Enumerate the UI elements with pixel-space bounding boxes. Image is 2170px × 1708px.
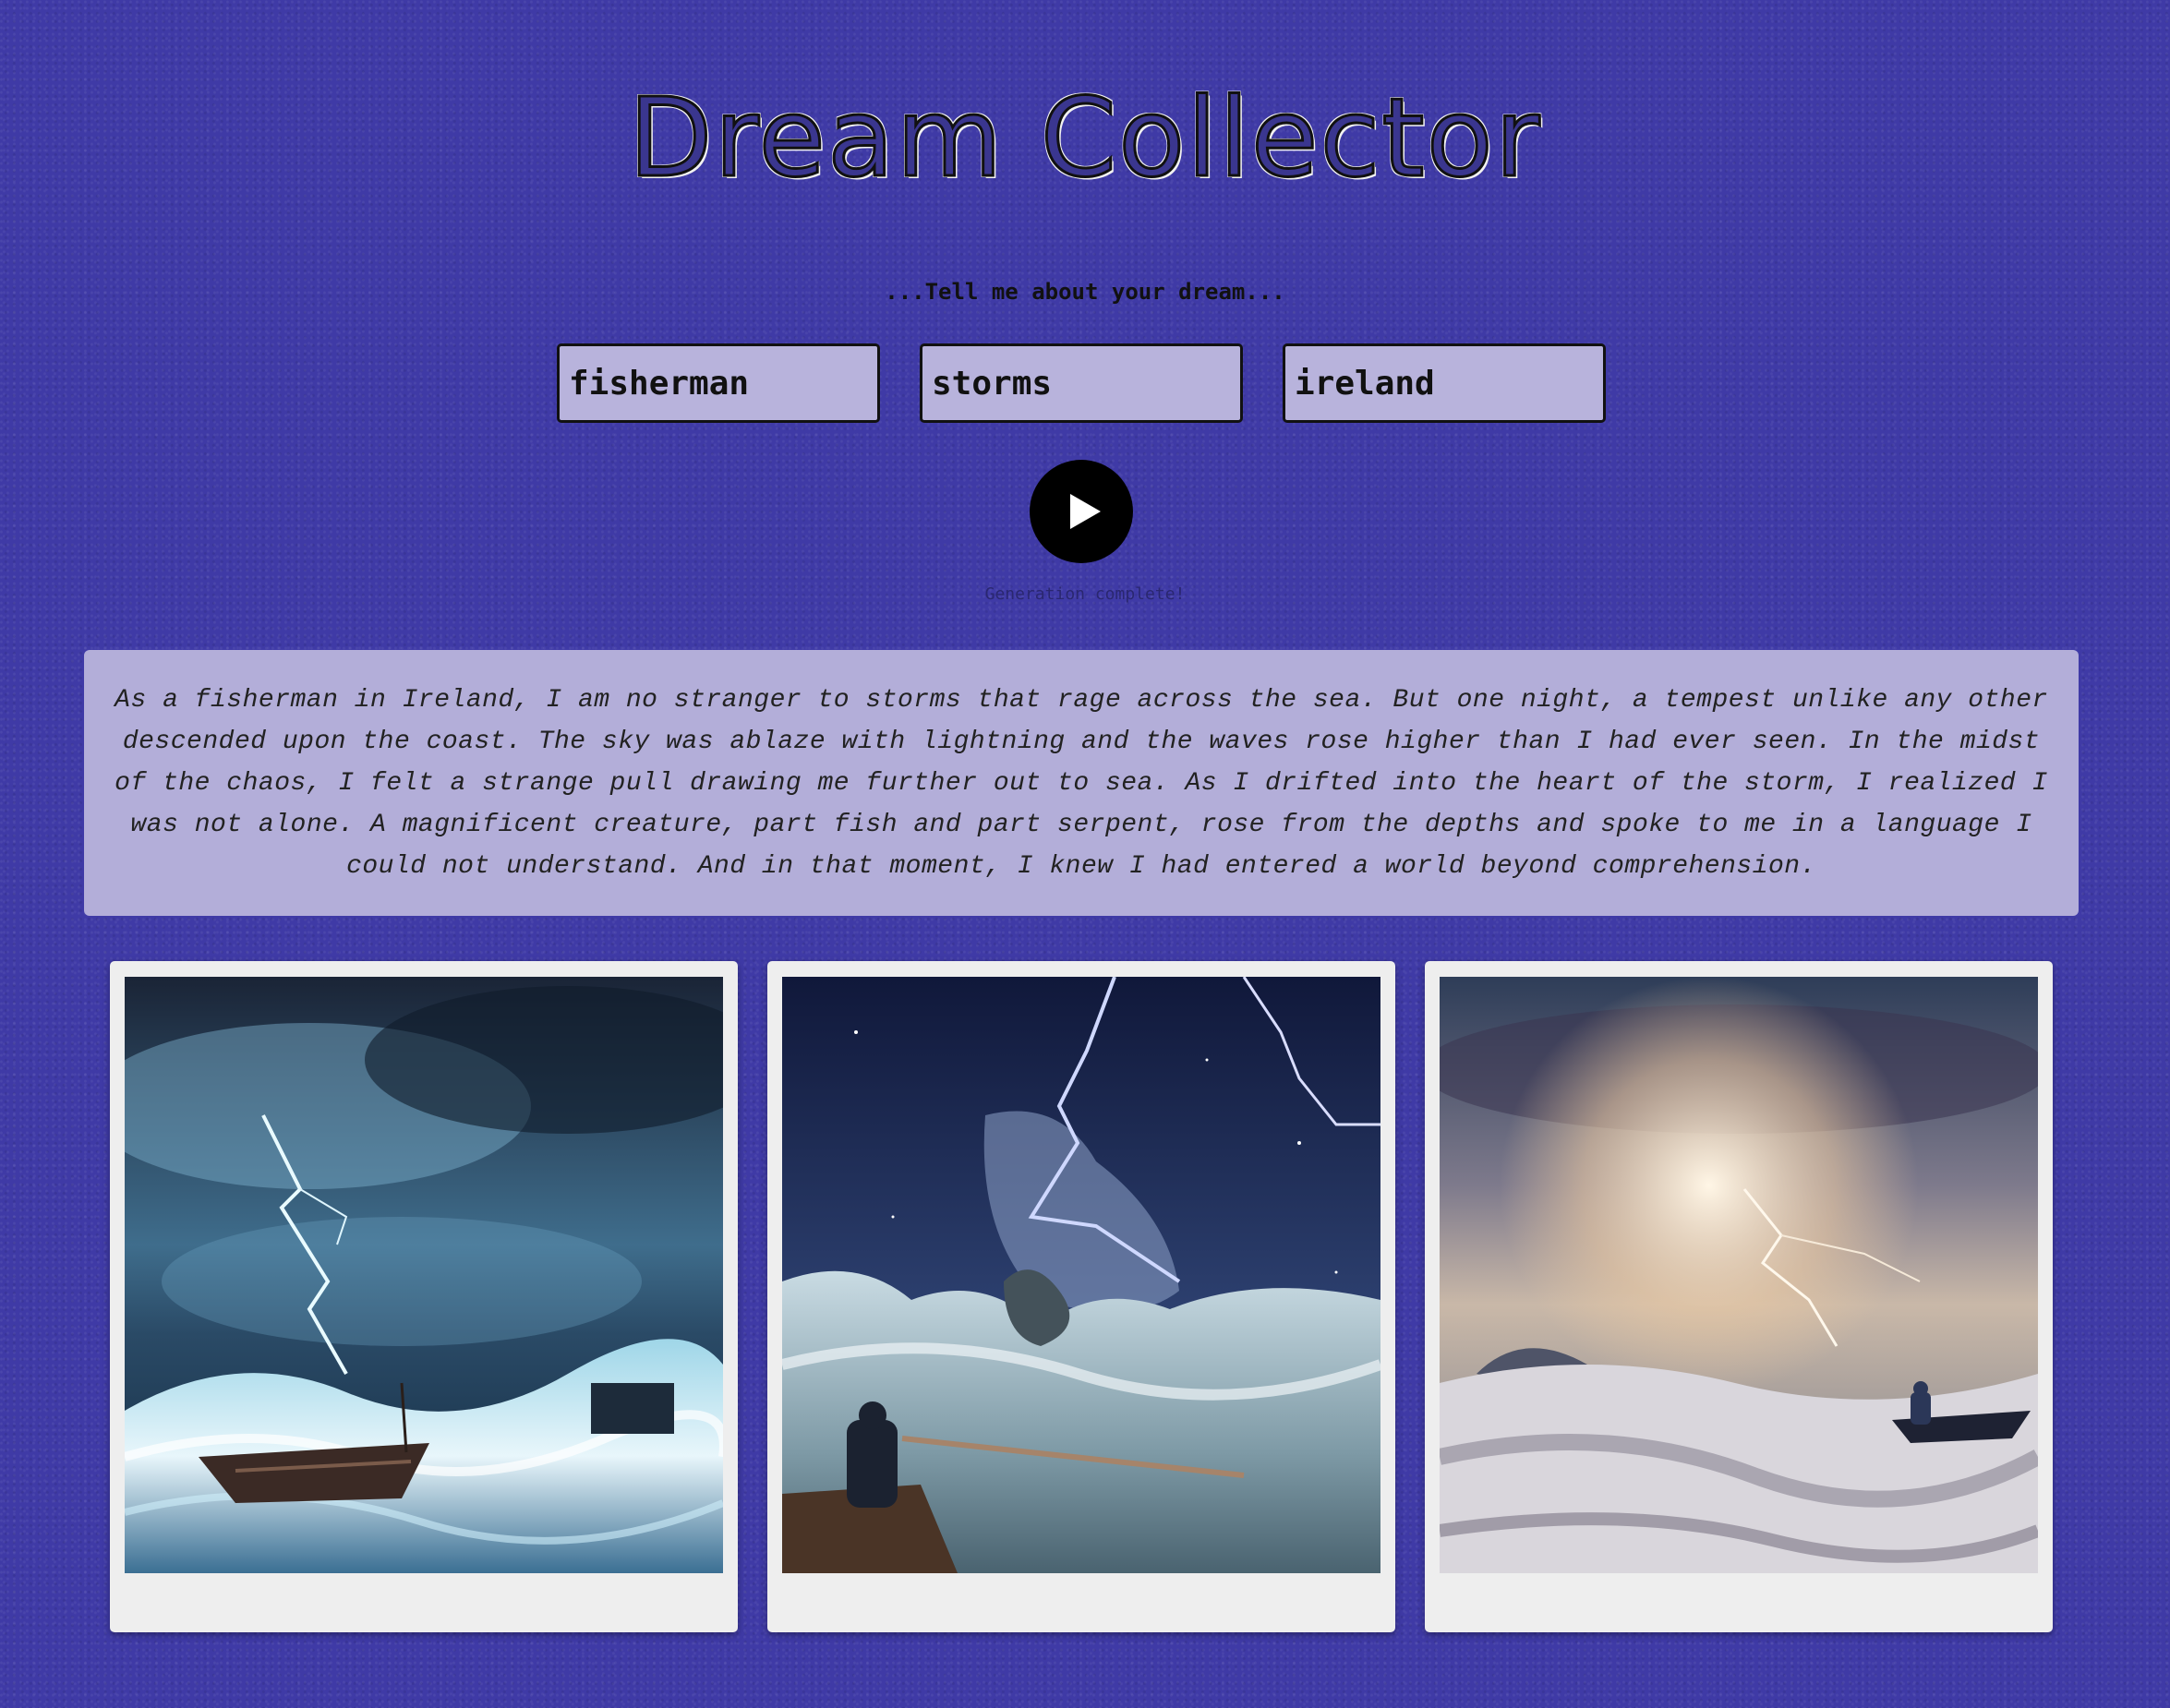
dream-image-3 bbox=[1440, 977, 2038, 1573]
dream-image-2 bbox=[782, 977, 1380, 1573]
play-icon bbox=[1069, 494, 1101, 529]
dream-image-card-1 bbox=[110, 961, 738, 1632]
dream-story-text: As a fisherman in Ireland, I am no stran… bbox=[115, 685, 2048, 881]
dream-image-card-3 bbox=[1425, 961, 2053, 1632]
keyword-input-2[interactable] bbox=[920, 343, 1243, 423]
dream-story-panel: As a fisherman in Ireland, I am no stran… bbox=[84, 650, 2079, 916]
dream-image-card-2 bbox=[767, 961, 1395, 1632]
generate-play-button[interactable] bbox=[1030, 460, 1133, 563]
dream-prompt: ...Tell me about your dream... bbox=[885, 279, 1285, 305]
app-title: Dream Collector bbox=[627, 73, 1542, 203]
keyword-inputs bbox=[557, 343, 1606, 423]
keyword-input-1[interactable] bbox=[557, 343, 880, 423]
generation-status: Generation complete! bbox=[984, 584, 1186, 604]
keyword-input-3[interactable] bbox=[1283, 343, 1606, 423]
dream-image-1 bbox=[125, 977, 723, 1573]
